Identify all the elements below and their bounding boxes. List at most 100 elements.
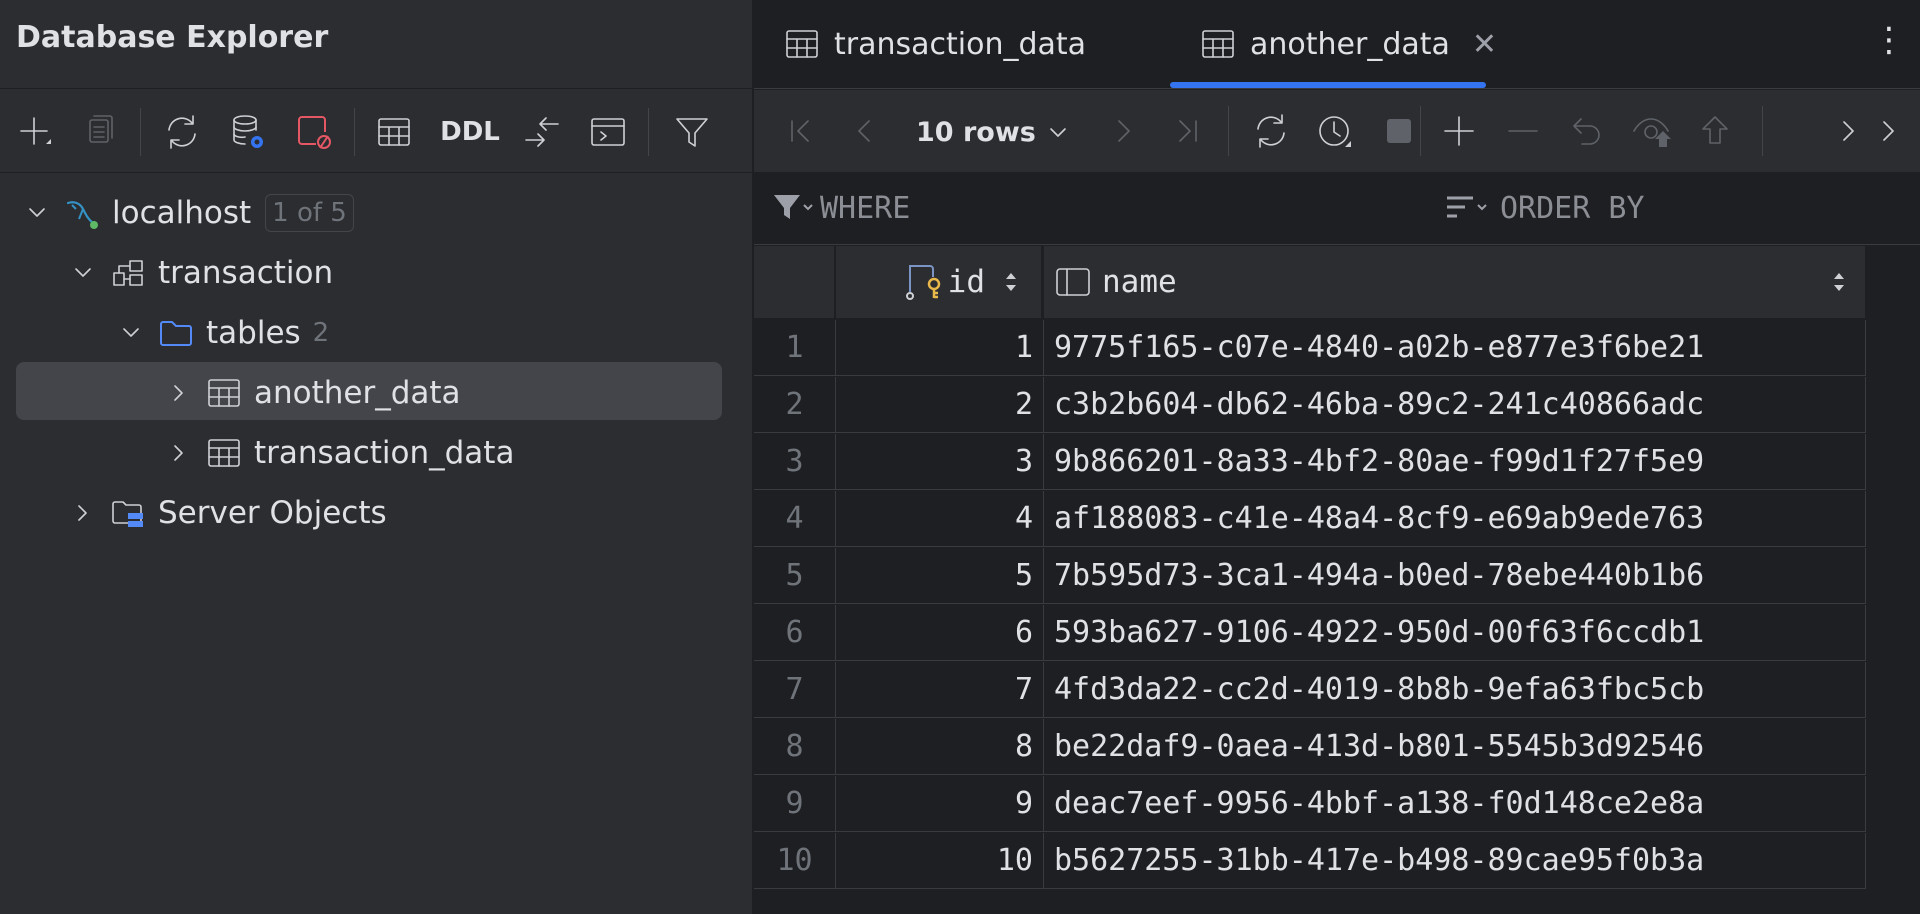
tree-node-transaction[interactable]: transaction xyxy=(66,244,333,302)
cell-name[interactable]: 9775f165-c07e-4840-a02b-e877e3f6be21 xyxy=(1044,320,1866,376)
cell-name[interactable]: c3b2b604-db62-46ba-89c2-241c40866adc xyxy=(1044,377,1866,433)
row-number[interactable]: 5 xyxy=(754,548,836,604)
next-page-icon[interactable] xyxy=(1100,108,1146,154)
row-number[interactable]: 6 xyxy=(754,605,836,661)
folder-icon xyxy=(158,315,194,351)
cell-id[interactable]: 3 xyxy=(836,434,1044,490)
cell-id[interactable]: 5 xyxy=(836,548,1044,604)
rows-per-page-select[interactable]: 10 rows xyxy=(916,110,1070,154)
row-number[interactable]: 4 xyxy=(754,491,836,547)
add-icon[interactable] xyxy=(14,110,58,154)
table-icon xyxy=(784,26,820,62)
tab-label: transaction_data xyxy=(834,26,1087,62)
connection-badge: 1 of 5 xyxy=(265,194,354,232)
cell-name[interactable]: deac7eef-9956-4bbf-a138-f0d148ce2e8a xyxy=(1044,776,1866,832)
row-number[interactable]: 1 xyxy=(754,320,836,376)
cell-name[interactable]: 4fd3da22-cc2d-4019-8b8b-9efa63fbc5cb xyxy=(1044,662,1866,718)
where-filter[interactable]: WHERE xyxy=(772,190,910,226)
console-icon[interactable] xyxy=(586,110,630,154)
cell-id[interactable]: 7 xyxy=(836,662,1044,718)
column-header-id[interactable]: id xyxy=(836,246,1042,318)
tree-node-another-data[interactable]: another_data xyxy=(162,364,461,422)
cell-name[interactable]: be22daf9-0aea-413d-b801-5545b3d92546 xyxy=(1044,719,1866,775)
add-row-icon[interactable] xyxy=(1436,108,1482,154)
tab-transaction-data[interactable]: transaction_data xyxy=(784,0,1086,88)
chevron-right-icon[interactable] xyxy=(66,496,100,530)
close-icon[interactable]: ✕ xyxy=(1472,27,1497,62)
table-icon xyxy=(1200,26,1236,62)
previous-page-icon[interactable] xyxy=(842,108,888,154)
row-number[interactable]: 7 xyxy=(754,662,836,718)
cell-id[interactable]: 6 xyxy=(836,605,1044,661)
tree-label-transaction-data: transaction_data xyxy=(254,435,515,471)
editor-tabs: transaction_data another_data ✕ ⋮ xyxy=(754,0,1920,89)
chevron-right-icon[interactable] xyxy=(162,436,196,470)
revert-icon[interactable] xyxy=(1564,108,1610,154)
cell-name[interactable]: af188083-c41e-48a4-8cf9-e69ab9ede763 xyxy=(1044,491,1866,547)
cell-name[interactable]: 593ba627-9106-4922-950d-00f63f6ccdb1 xyxy=(1044,605,1866,661)
column-header-name[interactable]: name xyxy=(1044,246,1866,318)
reload-icon[interactable] xyxy=(1248,108,1294,154)
chevron-down-icon[interactable] xyxy=(114,316,148,350)
active-tab-indicator xyxy=(1170,82,1486,88)
tree-node-localhost[interactable]: localhost 1 of 5 xyxy=(20,184,354,242)
disconnect-icon[interactable] xyxy=(292,110,336,154)
tree-node-transaction-data[interactable]: transaction_data xyxy=(162,424,514,482)
cell-id[interactable]: 10 xyxy=(836,833,1044,889)
cell-id[interactable]: 1 xyxy=(836,320,1044,376)
sort-toggle-icon[interactable] xyxy=(1831,270,1847,294)
history-icon[interactable] xyxy=(1312,108,1358,154)
table-icon xyxy=(206,375,242,411)
chevron-down-icon[interactable] xyxy=(20,196,54,230)
tree-label-tables: tables xyxy=(206,315,301,351)
chevron-right-icon[interactable] xyxy=(1866,108,1912,154)
cell-name[interactable]: b5627255-31bb-417e-b498-89cae95f0b3a xyxy=(1044,833,1866,889)
order-by-filter[interactable]: ORDER BY xyxy=(1444,190,1645,226)
ddl-button[interactable]: DDL xyxy=(440,110,500,154)
compare-icon[interactable] xyxy=(520,110,564,154)
row-number[interactable]: 2 xyxy=(754,377,836,433)
mysql-icon xyxy=(64,195,100,231)
row-number-header[interactable] xyxy=(754,246,835,318)
data-editor: transaction_data another_data ✕ ⋮ 10 row… xyxy=(754,0,1920,914)
tree-node-server-objects[interactable]: Server Objects xyxy=(66,484,387,542)
row-number[interactable]: 10 xyxy=(754,833,836,889)
rows-label: 10 rows xyxy=(916,116,1036,148)
chevron-right-icon[interactable] xyxy=(162,376,196,410)
refresh-icon[interactable] xyxy=(160,110,204,154)
tree-label-localhost: localhost xyxy=(112,195,252,231)
submit-icon[interactable] xyxy=(1692,108,1738,154)
more-options-icon[interactable]: ⋮ xyxy=(1872,20,1906,60)
explorer-title: Database Explorer xyxy=(16,20,329,55)
primary-key-column-icon xyxy=(905,265,940,300)
row-number[interactable]: 8 xyxy=(754,719,836,775)
stop-icon[interactable] xyxy=(1376,108,1422,154)
sort-icon xyxy=(1447,196,1487,218)
last-page-icon[interactable] xyxy=(1164,108,1210,154)
first-page-icon[interactable] xyxy=(778,108,824,154)
filter-icon[interactable] xyxy=(670,110,714,154)
sort-toggle-icon[interactable] xyxy=(1003,270,1019,294)
cell-id[interactable]: 8 xyxy=(836,719,1044,775)
row-number[interactable]: 9 xyxy=(754,776,836,832)
filter-icon xyxy=(774,195,813,219)
cell-id[interactable]: 2 xyxy=(836,377,1044,433)
cell-name[interactable]: 9b866201-8a33-4bf2-80ae-f99d1f27f5e9 xyxy=(1044,434,1866,490)
data-source-properties-icon[interactable] xyxy=(226,110,270,154)
cell-name[interactable]: 7b595d73-3ca1-494a-b0ed-78ebe440b1b6 xyxy=(1044,548,1866,604)
cell-id[interactable]: 4 xyxy=(836,491,1044,547)
schema-icon xyxy=(110,255,146,291)
column-name: name xyxy=(1102,264,1177,300)
server-objects-icon xyxy=(110,495,146,531)
table-icon[interactable] xyxy=(372,110,416,154)
chevron-down-icon[interactable] xyxy=(66,256,100,290)
where-label: WHERE xyxy=(820,190,911,226)
tab-another-data[interactable]: another_data ✕ xyxy=(1200,0,1497,88)
order-by-label: ORDER BY xyxy=(1500,190,1645,226)
cell-id[interactable]: 9 xyxy=(836,776,1044,832)
delete-row-icon[interactable] xyxy=(1500,108,1546,154)
tree-node-tables[interactable]: tables 2 xyxy=(114,304,329,362)
duplicate-icon[interactable] xyxy=(78,110,122,154)
row-number[interactable]: 3 xyxy=(754,434,836,490)
preview-changes-icon[interactable] xyxy=(1628,108,1674,154)
